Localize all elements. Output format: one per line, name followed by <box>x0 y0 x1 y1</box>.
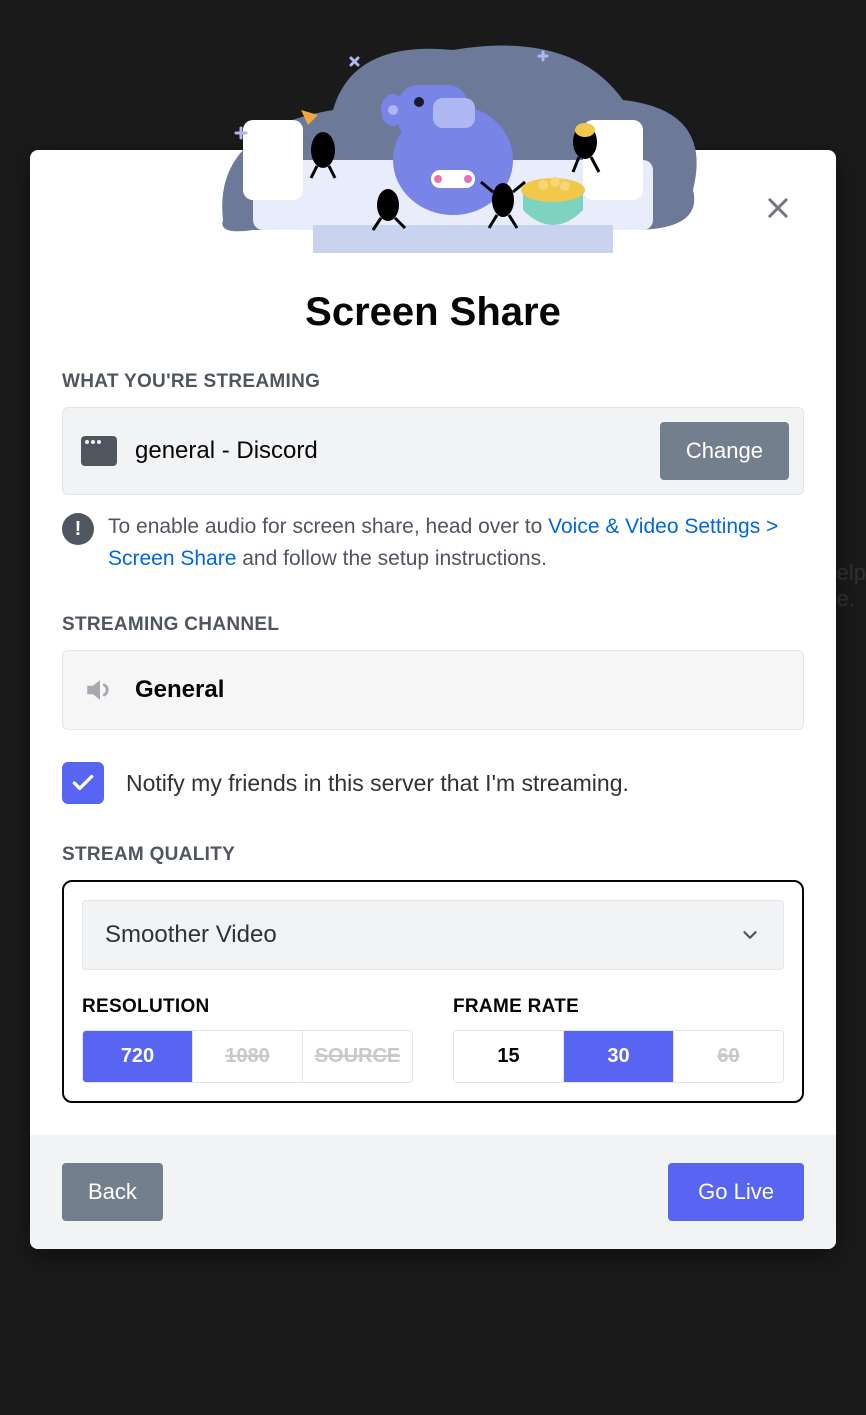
resolution-option-720[interactable]: 720 <box>83 1031 193 1082</box>
stream-quality-label: STREAM QUALITY <box>62 844 804 866</box>
go-live-button[interactable]: Go Live <box>668 1163 804 1221</box>
close-icon <box>764 194 792 222</box>
audio-info-text-after: and follow the setup instructions. <box>236 547 547 570</box>
audio-info-text-before: To enable audio for screen share, head o… <box>108 515 548 538</box>
quality-preset-select[interactable]: Smoother Video <box>82 900 784 970</box>
speaker-icon <box>83 673 117 707</box>
streaming-source-name: general - Discord <box>135 437 642 465</box>
notify-label: Notify my friends in this server that I'… <box>126 770 629 797</box>
back-button[interactable]: Back <box>62 1163 163 1221</box>
streaming-source-label: WHAT YOU'RE STREAMING <box>62 371 804 393</box>
chevron-down-icon <box>739 924 761 946</box>
notify-checkbox[interactable] <box>62 762 104 804</box>
resolution-option-1080: 1080 <box>193 1031 303 1082</box>
resolution-segmented: 7201080SOURCE <box>82 1030 413 1083</box>
framerate-option-60: 60 <box>674 1031 783 1082</box>
resolution-option-source: SOURCE <box>303 1031 412 1082</box>
resolution-label: RESOLUTION <box>82 996 413 1018</box>
framerate-option-15[interactable]: 15 <box>454 1031 564 1082</box>
modal-title: Screen Share <box>62 290 804 335</box>
streaming-source-box: general - Discord Change <box>62 407 804 495</box>
streaming-channel-label: STREAMING CHANNEL <box>62 614 804 636</box>
window-icon <box>81 436 117 466</box>
audio-info: ! To enable audio for screen share, head… <box>62 511 804 574</box>
modal-footer: Back Go Live <box>30 1135 836 1249</box>
change-source-button[interactable]: Change <box>660 422 789 480</box>
streaming-channel-select[interactable]: General <box>62 650 804 730</box>
framerate-option-30[interactable]: 30 <box>564 1031 674 1082</box>
info-icon: ! <box>62 513 94 545</box>
screen-share-modal: Screen Share WHAT YOU'RE STREAMING gener… <box>30 150 836 1249</box>
checkmark-icon <box>70 770 96 796</box>
close-button[interactable] <box>758 188 798 228</box>
quality-preset-value: Smoother Video <box>105 921 277 949</box>
stream-quality-box: Smoother Video RESOLUTION 7201080SOURCE … <box>62 880 804 1103</box>
streaming-channel-name: General <box>135 676 224 704</box>
framerate-segmented: 153060 <box>453 1030 784 1083</box>
framerate-label: FRAME RATE <box>453 996 784 1018</box>
